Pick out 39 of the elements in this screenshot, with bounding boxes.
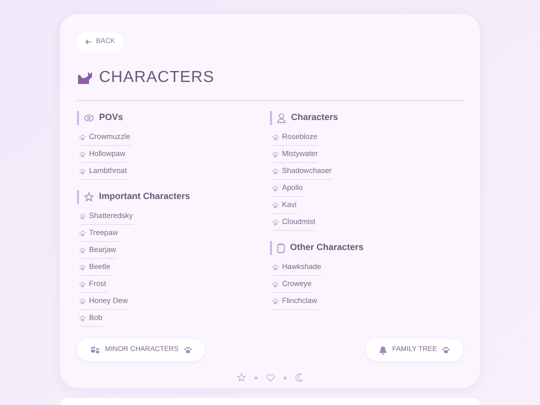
- section-heading: Other Characters: [290, 241, 364, 254]
- paw-icon: [79, 134, 86, 140]
- paw-icon: [79, 246, 86, 254]
- section-heading: Characters: [291, 111, 338, 124]
- dot-icon: [283, 376, 287, 380]
- page-title: CHARACTERS: [99, 68, 214, 88]
- moon-icon: [295, 373, 303, 382]
- paw-icon: [79, 168, 86, 174]
- paw-icon: [272, 150, 279, 158]
- star-icon: [84, 192, 94, 202]
- paw-icon: [272, 264, 279, 270]
- paw-icon: [79, 264, 86, 270]
- paw-icon: [272, 134, 279, 140]
- paw-icon: [79, 150, 86, 158]
- paw-icon: [79, 280, 86, 288]
- arrow-left-icon: [85, 39, 92, 45]
- clipboard-icon: [277, 243, 285, 253]
- person-icon: [277, 113, 286, 123]
- dot-icon: [254, 376, 258, 380]
- paw-icon: [79, 298, 86, 304]
- section-heading: POVs: [99, 111, 124, 124]
- paw-icon: [79, 314, 86, 322]
- paw-icon: [272, 168, 279, 174]
- paw-icon: [272, 218, 279, 226]
- paw-icon: [272, 298, 279, 304]
- star-icon: [237, 373, 246, 382]
- eye-icon: [84, 114, 94, 122]
- paw-icon: [79, 230, 86, 236]
- paws-icon: [90, 346, 100, 354]
- paw-icon: [272, 202, 279, 208]
- cat-icon: [77, 71, 93, 85]
- paw-icon: [184, 346, 192, 354]
- paw-icon: [272, 280, 279, 288]
- paw-icon: [272, 184, 279, 192]
- section-heading: Important Characters: [99, 190, 190, 204]
- paw-icon: [79, 212, 86, 220]
- bell-icon: [379, 346, 388, 354]
- heart-icon: [266, 374, 275, 382]
- paw-icon: [442, 346, 450, 354]
